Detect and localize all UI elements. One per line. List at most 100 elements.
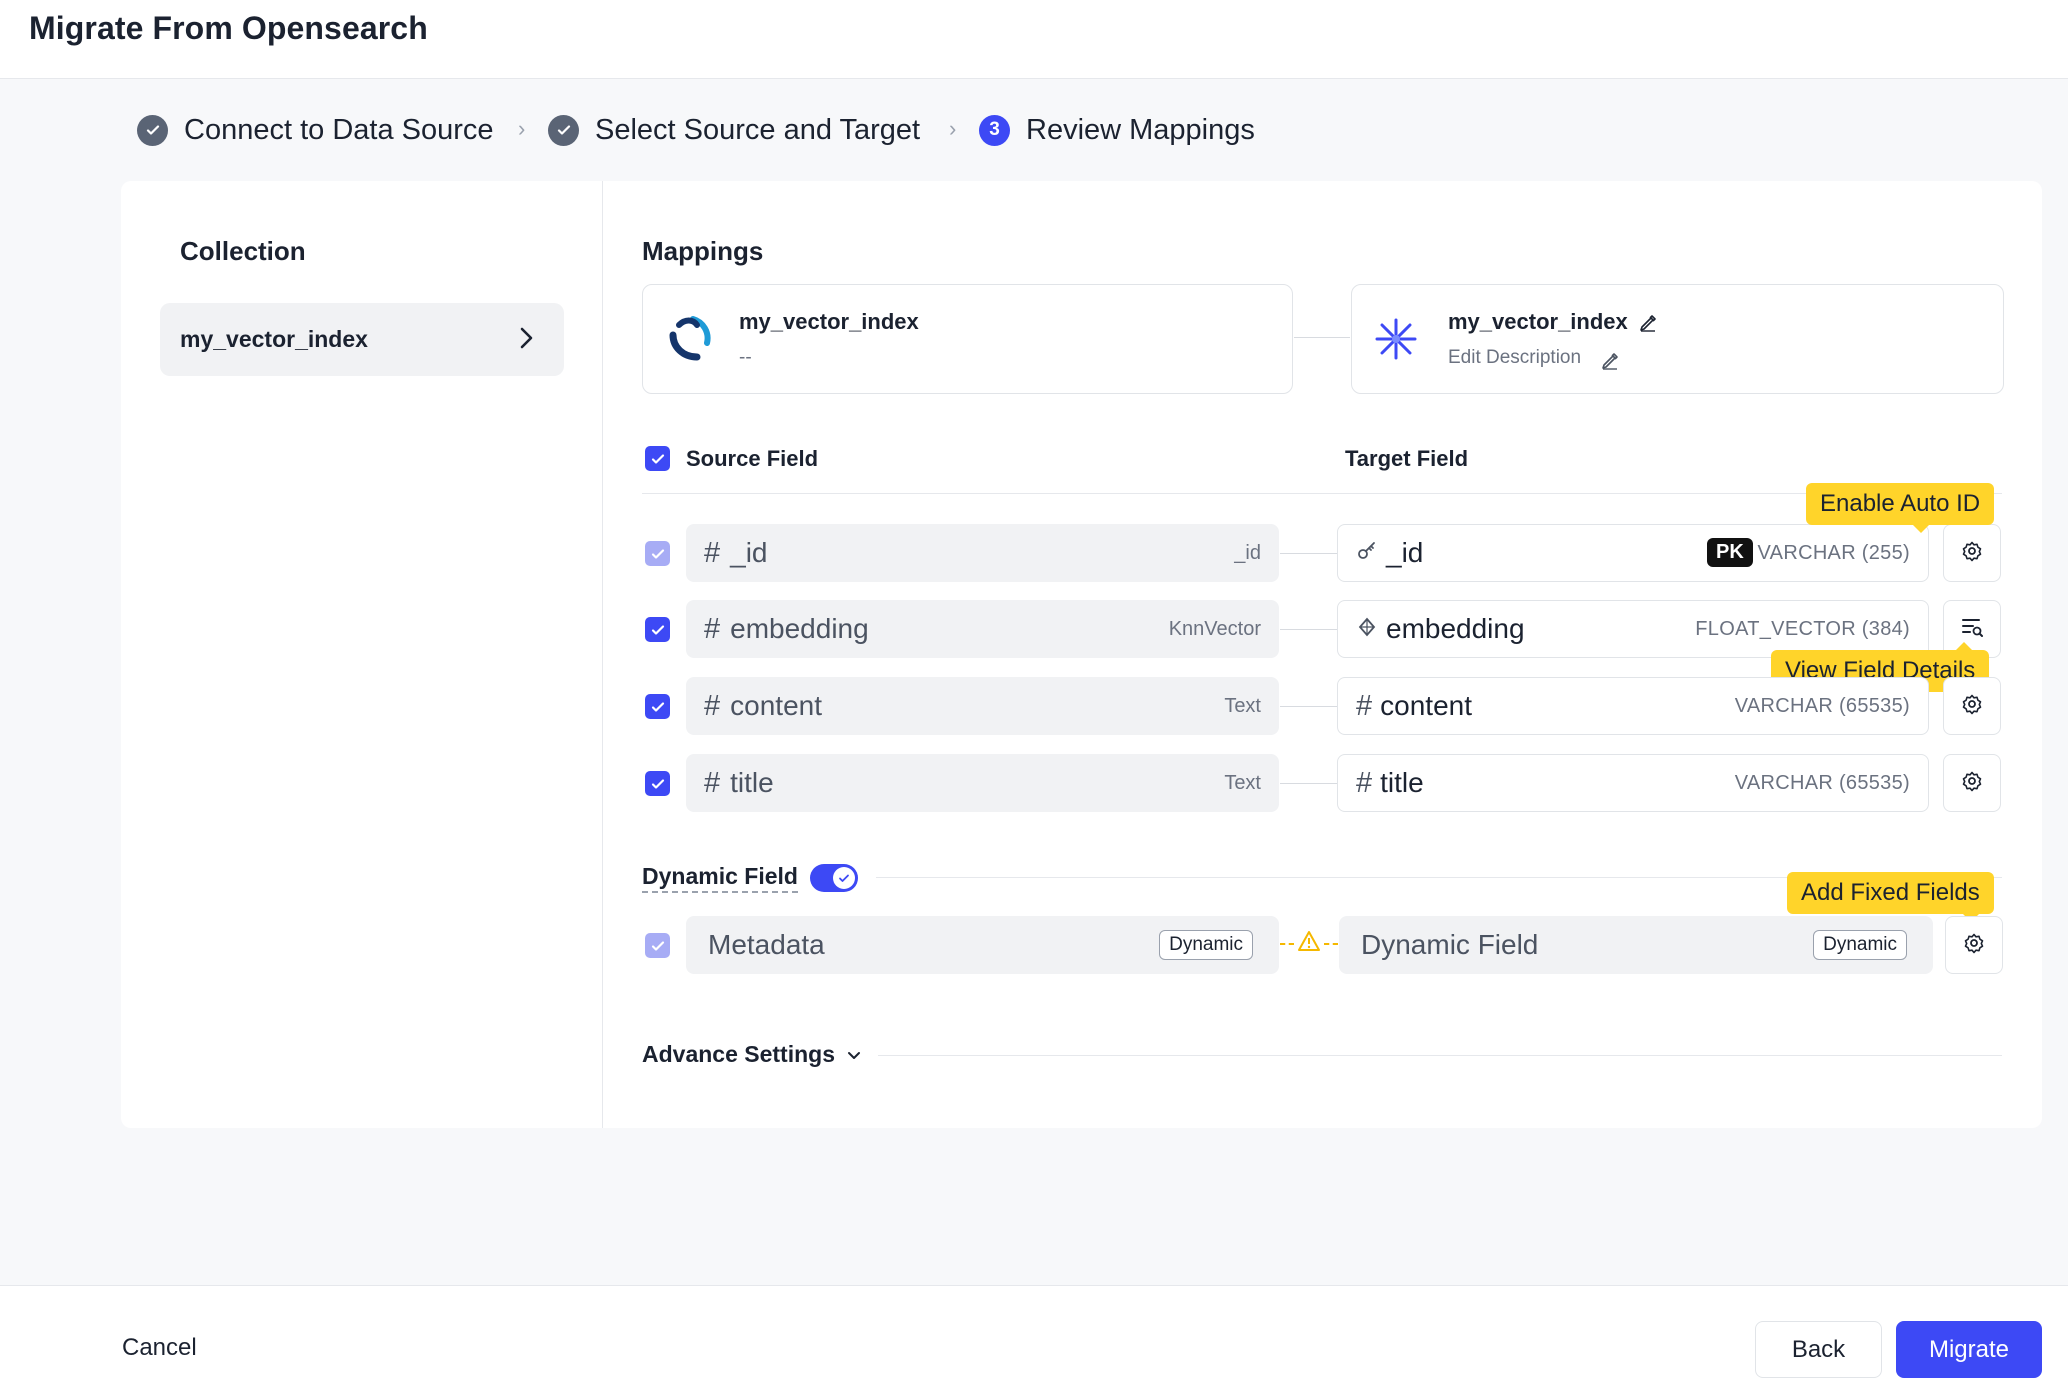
step-number: 3 bbox=[979, 114, 1010, 146]
step-connect: Connect to Data Source bbox=[137, 112, 494, 148]
connector-line bbox=[1324, 943, 1338, 945]
source-field-row: # _id _id bbox=[686, 524, 1279, 582]
target-index-card: my_vector_index Edit Description bbox=[1351, 284, 2004, 394]
collection-item-label: my_vector_index bbox=[180, 326, 368, 352]
source-field-row: # title Text bbox=[686, 754, 1279, 812]
chevron-right-icon: › bbox=[518, 116, 526, 141]
target-index-name: my_vector_index bbox=[1448, 309, 1628, 334]
chevron-down-icon bbox=[845, 1046, 863, 1064]
dynamic-field-settings-button[interactable] bbox=[1945, 916, 2003, 974]
row-checkbox[interactable] bbox=[645, 541, 670, 566]
source-field-type: Text bbox=[1224, 771, 1261, 794]
dynamic-field-label: Dynamic Field bbox=[642, 863, 798, 893]
target-field-type: VARCHAR (255) bbox=[1757, 541, 1910, 564]
hash-icon: # bbox=[1356, 766, 1373, 799]
chevron-right-icon: › bbox=[949, 116, 957, 141]
chevron-right-icon bbox=[512, 324, 540, 358]
step-review: 3 Review Mappings bbox=[979, 112, 1255, 148]
divider bbox=[602, 181, 603, 1128]
target-field-row[interactable]: # title VARCHAR (65535) bbox=[1337, 754, 1929, 812]
check-icon bbox=[137, 114, 168, 146]
back-button[interactable]: Back bbox=[1755, 1321, 1882, 1378]
select-all-checkbox[interactable] bbox=[645, 446, 670, 471]
dynamic-source-field: Metadata Dynamic bbox=[686, 916, 1279, 974]
mappings-title: Mappings bbox=[642, 236, 764, 266]
edit-description-icon[interactable] bbox=[1600, 351, 1620, 376]
dynamic-target-field: Dynamic Field Dynamic bbox=[1339, 916, 1933, 974]
step-select: Select Source and Target bbox=[548, 112, 920, 148]
connector-line bbox=[1294, 337, 1350, 338]
target-field-name: embedding bbox=[1386, 613, 1525, 644]
page-title: Migrate From Opensearch bbox=[29, 10, 428, 46]
source-field-row: # content Text bbox=[686, 677, 1279, 735]
step-label: Select Source and Target bbox=[595, 113, 921, 146]
connector-line bbox=[1280, 706, 1337, 707]
connector-line bbox=[1280, 943, 1294, 945]
hash-icon: # bbox=[1356, 689, 1373, 722]
migrate-button[interactable]: Migrate bbox=[1896, 1321, 2042, 1378]
gear-icon bbox=[1963, 932, 1985, 959]
row-checkbox[interactable] bbox=[645, 771, 670, 796]
edit-name-icon[interactable] bbox=[1638, 313, 1658, 338]
hash-icon: # bbox=[704, 689, 721, 722]
tooltip-text: Enable Auto ID bbox=[1820, 490, 1981, 517]
source-field-row: # embedding KnnVector bbox=[686, 600, 1279, 658]
target-field-row[interactable]: # content VARCHAR (65535) bbox=[1337, 677, 1929, 735]
source-field-header: Source Field bbox=[686, 446, 819, 471]
field-details-icon bbox=[1960, 615, 1984, 644]
source-field-type: Text bbox=[1224, 694, 1261, 717]
target-field-name: Dynamic Field bbox=[1361, 929, 1539, 960]
connector-line bbox=[1280, 783, 1337, 784]
row-checkbox[interactable] bbox=[645, 617, 670, 642]
source-index-description: -- bbox=[739, 347, 752, 368]
hash-icon: # bbox=[704, 536, 721, 569]
hash-icon: # bbox=[704, 612, 721, 645]
target-field-type: VARCHAR (65535) bbox=[1734, 694, 1910, 717]
target-field-header: Target Field bbox=[1345, 446, 1469, 471]
field-settings-button[interactable] bbox=[1943, 677, 2001, 735]
step-label: Connect to Data Source bbox=[184, 113, 494, 146]
source-field-name: title bbox=[730, 767, 774, 798]
source-field-type: KnnVector bbox=[1168, 617, 1261, 640]
check-icon bbox=[548, 114, 579, 146]
collection-item[interactable]: my_vector_index bbox=[160, 303, 564, 376]
edit-description-link[interactable]: Edit Description bbox=[1448, 347, 1581, 369]
vector-icon bbox=[1356, 616, 1378, 643]
key-icon bbox=[1356, 540, 1378, 567]
row-checkbox[interactable] bbox=[645, 694, 670, 719]
field-settings-button[interactable] bbox=[1943, 524, 2001, 582]
dynamic-row-checkbox[interactable] bbox=[645, 933, 670, 958]
cancel-button[interactable]: Cancel bbox=[122, 1334, 197, 1362]
source-index-card: my_vector_index -- bbox=[642, 284, 1293, 394]
dynamic-badge: Dynamic bbox=[1813, 930, 1907, 960]
tooltip-arrow bbox=[1913, 525, 1929, 533]
source-field-name: content bbox=[730, 690, 822, 721]
milvus-logo-icon bbox=[1374, 317, 1418, 366]
target-field-name: title bbox=[1380, 767, 1424, 798]
target-field-type: FLOAT_VECTOR (384) bbox=[1695, 617, 1910, 640]
gear-icon bbox=[1961, 770, 1983, 797]
dynamic-field-toggle[interactable] bbox=[810, 864, 858, 892]
tooltip-text: Add Fixed Fields bbox=[1801, 879, 1980, 906]
connector-line bbox=[1280, 629, 1337, 630]
tooltip-enable-auto-id: Enable Auto ID bbox=[1806, 483, 1995, 533]
advance-settings-label: Advance Settings bbox=[642, 1041, 835, 1067]
target-field-name: content bbox=[1380, 690, 1472, 721]
gear-icon bbox=[1961, 540, 1983, 567]
toggle-knob bbox=[833, 867, 855, 889]
collection-title: Collection bbox=[180, 236, 306, 266]
advance-settings-toggle[interactable]: Advance Settings bbox=[642, 1041, 863, 1068]
target-field-row[interactable]: _id PK VARCHAR (255) bbox=[1337, 524, 1929, 582]
divider bbox=[642, 493, 2002, 494]
target-field-type: VARCHAR (65535) bbox=[1734, 771, 1910, 794]
pk-badge: PK bbox=[1707, 538, 1753, 567]
source-field-name: _id bbox=[730, 537, 768, 568]
warning-icon bbox=[1297, 930, 1321, 957]
tooltip-add-fixed-fields: Add Fixed Fields bbox=[1787, 872, 1994, 922]
step-label: Review Mappings bbox=[1026, 113, 1255, 146]
target-field-name: _id bbox=[1386, 537, 1424, 568]
source-field-type: _id bbox=[1234, 541, 1261, 564]
field-settings-button[interactable] bbox=[1943, 754, 2001, 812]
connector-line bbox=[1280, 553, 1337, 554]
tooltip-arrow bbox=[1956, 642, 1972, 650]
